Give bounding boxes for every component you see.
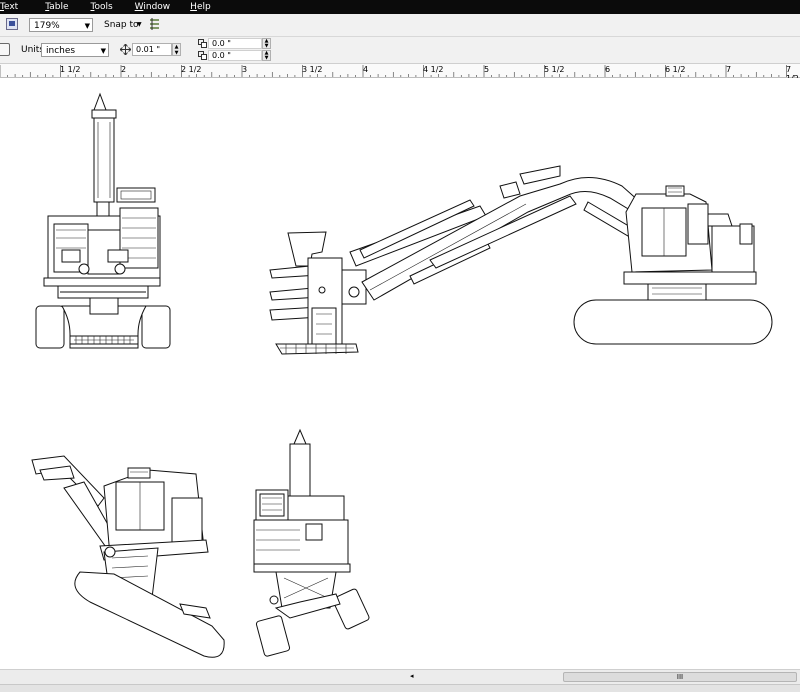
rear-view-drawing[interactable] [253, 428, 370, 657]
menu-window[interactable]: Window [135, 2, 171, 12]
zoom-level-value: 179% [34, 21, 60, 31]
offset-y-spinner[interactable]: ▲ ▼ [262, 50, 271, 61]
nudge-distance-field[interactable]: 0.01 " [132, 43, 172, 56]
menu-tools[interactable]: Tools [90, 2, 112, 12]
nudge-spinner[interactable]: ▲ ▼ [172, 43, 181, 56]
ruler-label: 6 [605, 65, 611, 74]
ruler-label: 5 [484, 65, 490, 74]
scrollbar-grip: III [676, 673, 684, 681]
front-view-drawing[interactable] [35, 92, 171, 349]
ruler-label: 4 [363, 65, 369, 74]
ruler-label: 6 1/2 [665, 65, 686, 74]
ruler-label: 4 1/2 [423, 65, 444, 74]
duplicate-offset-x-value: 0.0 " [212, 39, 231, 48]
horizontal-ruler[interactable]: 1 1/2 2 2 1/2 3 3 1/2 4 4 1/2 5 5 1/2 6 … [0, 64, 800, 83]
zoom-level-combo[interactable]: 179% ▼ [29, 18, 93, 32]
duplicate-offset-y-icon [198, 51, 208, 61]
snap-options-icon[interactable] [149, 18, 160, 30]
page-layout-icon[interactable] [0, 43, 10, 56]
ruler-label: 3 [242, 65, 248, 74]
menu-table[interactable]: Table [45, 2, 68, 12]
snap-to-button[interactable]: Snap to [104, 20, 139, 30]
ruler-label: 3 1/2 [302, 65, 323, 74]
duplicate-offset-y-value: 0.0 " [212, 51, 231, 60]
nudge-move-icon [120, 44, 131, 55]
units-value: inches [46, 46, 76, 56]
standard-toolbar: 179% ▼ Snap to ▼ [0, 14, 800, 37]
offset-x-spinner[interactable]: ▲ ▼ [262, 38, 271, 49]
menu-help[interactable]: Help [190, 2, 211, 12]
units-combo[interactable]: inches ▼ [41, 43, 109, 57]
ruler-label: 7 [726, 65, 732, 74]
chevron-down-icon: ▼ [84, 22, 90, 30]
horizontal-scrollbar[interactable]: ◂ III [0, 669, 800, 684]
duplicate-offset-y-field[interactable]: 0.0 " [208, 50, 262, 61]
rear-quarter-view-drawing[interactable] [31, 455, 225, 658]
duplicate-offset-x-icon [198, 39, 208, 49]
ruler-label: 2 1/2 [181, 65, 202, 74]
duplicate-offset-x-field[interactable]: 0.0 " [208, 38, 262, 49]
menu-text[interactable]: Text [0, 2, 18, 12]
ruler-label: 5 1/2 [544, 65, 565, 74]
scroll-left-icon[interactable]: ◂ [410, 672, 414, 680]
menu-bar: Text Table Tools Window Help [0, 0, 800, 14]
app-launcher-icon[interactable] [6, 18, 18, 30]
side-view-drawing[interactable] [269, 165, 773, 355]
ruler-label: 2 [121, 65, 127, 74]
chevron-down-icon: ▼ [100, 47, 106, 55]
chevron-down-icon[interactable]: ▼ [137, 21, 142, 28]
drawing-canvas[interactable] [0, 78, 800, 669]
ruler-label: 1 1/2 [60, 65, 81, 74]
property-bar: Units: inches ▼ 0.01 " ▲ ▼ 0.0 " ▲ ▼ 0.0 "… [0, 37, 800, 64]
nudge-distance-value: 0.01 " [136, 45, 161, 54]
scrollbar-thumb[interactable]: III [563, 672, 797, 682]
